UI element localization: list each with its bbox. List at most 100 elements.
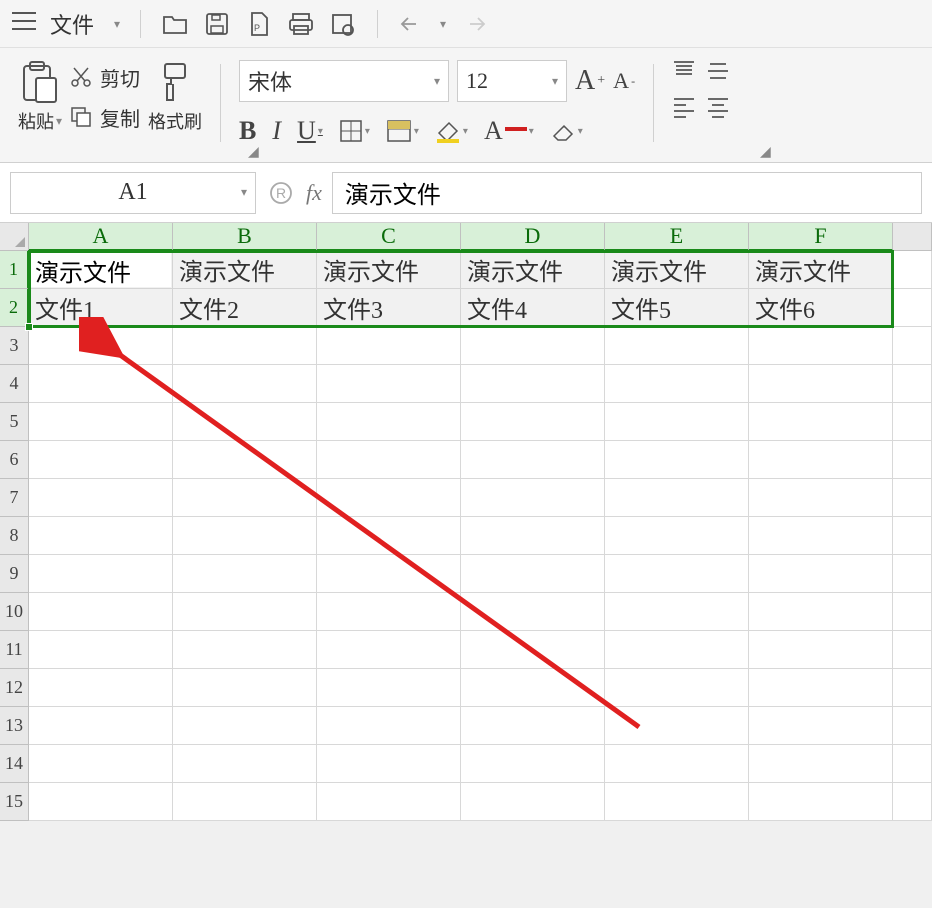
fill-handle[interactable] — [25, 323, 33, 331]
cut-button[interactable]: 剪切 — [70, 60, 140, 94]
column-header[interactable]: A — [29, 223, 173, 251]
cell[interactable] — [461, 441, 605, 479]
cell[interactable] — [173, 479, 317, 517]
cell[interactable] — [749, 365, 893, 403]
row-header[interactable]: 15 — [0, 783, 29, 821]
cell[interactable] — [461, 403, 605, 441]
format-painter-button[interactable]: 格式刷 — [148, 60, 202, 134]
cell[interactable] — [29, 365, 173, 403]
cell[interactable]: 文件4 — [461, 289, 605, 327]
row-header[interactable]: 9 — [0, 555, 29, 593]
redo-icon[interactable] — [460, 10, 488, 38]
cell[interactable] — [605, 365, 749, 403]
cell[interactable] — [893, 479, 932, 517]
cell[interactable] — [893, 707, 932, 745]
cell[interactable] — [461, 745, 605, 783]
cell[interactable] — [893, 403, 932, 441]
row-header[interactable]: 4 — [0, 365, 29, 403]
cell[interactable] — [29, 327, 173, 365]
cell[interactable] — [173, 631, 317, 669]
name-box[interactable]: A1 ▾ — [10, 172, 256, 214]
cell[interactable] — [749, 593, 893, 631]
font-size-combo[interactable]: 12 ▾ — [457, 60, 567, 102]
cell[interactable] — [893, 783, 932, 821]
row-header[interactable]: 7 — [0, 479, 29, 517]
cell[interactable] — [29, 441, 173, 479]
cell[interactable] — [317, 403, 461, 441]
cell[interactable] — [893, 631, 932, 669]
cell[interactable] — [461, 783, 605, 821]
column-header[interactable]: C — [317, 223, 461, 251]
cell[interactable] — [605, 745, 749, 783]
cell[interactable] — [749, 479, 893, 517]
cell[interactable] — [605, 327, 749, 365]
cell[interactable]: 文件2 — [173, 289, 317, 327]
column-header[interactable]: E — [605, 223, 749, 251]
cell[interactable] — [605, 783, 749, 821]
cancel-formula-icon[interactable]: R — [266, 178, 296, 208]
select-all-corner[interactable] — [0, 223, 29, 251]
cell-style-button[interactable]: ▾ — [386, 119, 419, 143]
font-name-combo[interactable]: 宋体 ▾ — [239, 60, 449, 102]
cell[interactable] — [29, 707, 173, 745]
row-header[interactable]: 14 — [0, 745, 29, 783]
borders-button[interactable]: ▾ — [339, 119, 370, 143]
row-header[interactable]: 6 — [0, 441, 29, 479]
cell[interactable] — [29, 517, 173, 555]
cell[interactable] — [29, 479, 173, 517]
eraser-button[interactable]: ▾ — [550, 120, 583, 142]
cell[interactable]: 演示文件 — [749, 251, 893, 289]
save-icon[interactable] — [203, 10, 231, 38]
cell[interactable] — [893, 365, 932, 403]
cell[interactable] — [749, 783, 893, 821]
cell[interactable] — [749, 631, 893, 669]
cell[interactable] — [29, 669, 173, 707]
cell[interactable] — [317, 783, 461, 821]
cell[interactable] — [461, 669, 605, 707]
cell[interactable] — [461, 593, 605, 631]
fx-label[interactable]: fx — [306, 180, 322, 206]
cell[interactable] — [605, 669, 749, 707]
cell[interactable] — [605, 555, 749, 593]
cell[interactable] — [605, 403, 749, 441]
row-header[interactable]: 3 — [0, 327, 29, 365]
chevron-down-icon[interactable]: ▾ — [440, 17, 446, 31]
cell[interactable] — [317, 745, 461, 783]
cell[interactable] — [29, 593, 173, 631]
cell[interactable] — [893, 327, 932, 365]
cell[interactable] — [893, 745, 932, 783]
cell[interactable] — [317, 327, 461, 365]
cell[interactable]: 文件3 — [317, 289, 461, 327]
cell[interactable] — [893, 441, 932, 479]
cell[interactable] — [749, 327, 893, 365]
align-left-button[interactable] — [672, 96, 696, 118]
undo-icon[interactable] — [398, 10, 426, 38]
cell[interactable] — [461, 365, 605, 403]
cell[interactable] — [29, 783, 173, 821]
align-top-button[interactable] — [672, 60, 696, 82]
cell[interactable] — [749, 403, 893, 441]
cell[interactable]: 演示文件 — [173, 251, 317, 289]
cell[interactable] — [893, 593, 932, 631]
row-header[interactable]: 2 — [0, 289, 29, 327]
cell[interactable] — [317, 555, 461, 593]
cell[interactable] — [173, 403, 317, 441]
row-header[interactable]: 11 — [0, 631, 29, 669]
cell[interactable] — [893, 517, 932, 555]
print-preview-icon[interactable] — [329, 10, 357, 38]
cell[interactable] — [173, 327, 317, 365]
cell[interactable] — [173, 555, 317, 593]
cell[interactable] — [461, 479, 605, 517]
cell[interactable] — [317, 479, 461, 517]
row-header[interactable]: 13 — [0, 707, 29, 745]
row-header[interactable]: 12 — [0, 669, 29, 707]
cell[interactable] — [317, 707, 461, 745]
cell[interactable] — [29, 555, 173, 593]
row-header[interactable]: 1 — [0, 251, 29, 289]
cell[interactable] — [605, 593, 749, 631]
cell[interactable] — [29, 745, 173, 783]
cell[interactable] — [461, 327, 605, 365]
cell[interactable] — [749, 707, 893, 745]
cell[interactable] — [749, 555, 893, 593]
chevron-down-icon[interactable]: ▾ — [114, 17, 120, 31]
